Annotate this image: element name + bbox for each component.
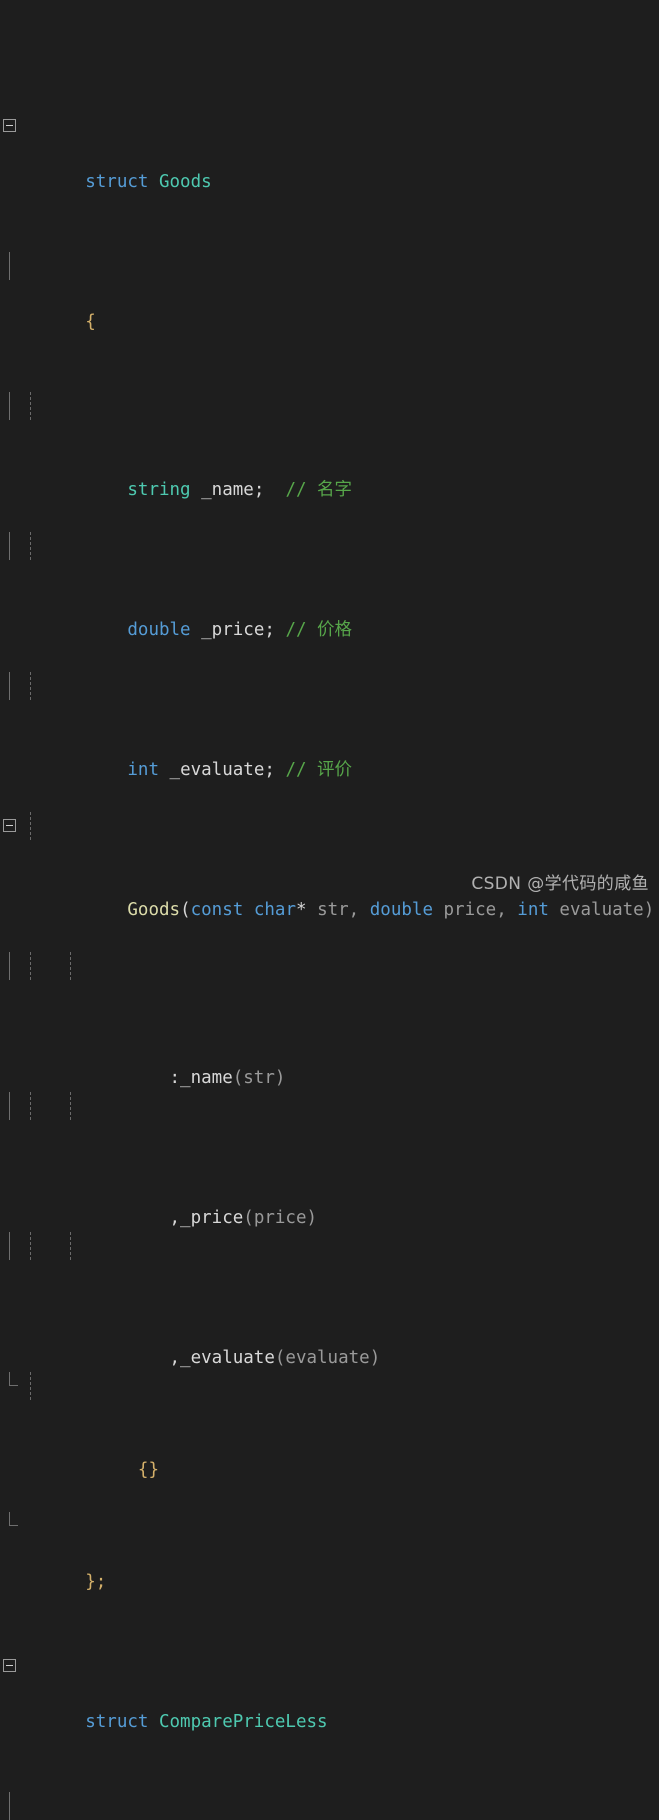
token-type: ComparePriceLess: [158, 1712, 328, 1732]
code-line[interactable]: Goods(const char* str, double price, int…: [0, 812, 659, 920]
code-line[interactable]: struct Goods: [0, 112, 659, 192]
code-line[interactable]: ,_evaluate(evaluate): [0, 1232, 659, 1368]
fold-gutter[interactable]: [0, 812, 22, 840]
fold-gutter: [0, 1232, 22, 1260]
outline-bar: [9, 1232, 10, 1260]
token-keyword: int: [127, 760, 159, 780]
token-brace: {}: [137, 1460, 159, 1480]
indent-guide: [30, 672, 31, 700]
fold-gutter: [0, 1092, 22, 1120]
code-content[interactable]: struct Goods { string _name; // 名字 doubl…: [0, 0, 659, 1820]
token-keyword: struct: [85, 172, 149, 192]
token-param: (str): [232, 1068, 286, 1088]
fold-collapse-icon[interactable]: [3, 819, 16, 832]
token-brace: {: [85, 312, 96, 332]
fold-gutter[interactable]: [0, 1652, 22, 1680]
outline-bar: [9, 672, 10, 700]
code-line[interactable]: :_name(str): [0, 952, 659, 1088]
fold-gutter: [0, 1372, 22, 1400]
fold-gutter: [0, 252, 22, 280]
fold-gutter: [0, 952, 22, 980]
indent-guide: [70, 952, 71, 980]
code-line[interactable]: string _name; // 名字: [0, 392, 659, 500]
fold-gutter: [0, 392, 22, 420]
fold-gutter: [0, 532, 22, 560]
fold-gutter: [0, 1512, 22, 1540]
token-member: _name;: [201, 480, 265, 500]
fold-gutter[interactable]: [0, 112, 22, 140]
outline-bar: [9, 1092, 10, 1120]
outline-bar-end: [9, 1525, 18, 1526]
token-member: _evaluate;: [169, 760, 275, 780]
fold-gutter: [0, 672, 22, 700]
outline-bar-end: [9, 1385, 18, 1386]
indent-guide: [30, 1232, 31, 1260]
code-editor[interactable]: struct Goods { string _name; // 名字 doubl…: [0, 0, 659, 1820]
outline-bar: [9, 252, 10, 280]
code-line[interactable]: ,_price(price): [0, 1092, 659, 1228]
outline-bar: [9, 1372, 10, 1386]
code-line[interactable]: };: [0, 1512, 659, 1592]
token-comment: // 价格: [285, 620, 353, 640]
token-param: str,: [317, 900, 370, 920]
code-line[interactable]: double _price; // 价格: [0, 532, 659, 640]
indent-guide: [70, 1092, 71, 1120]
token-keyword: int: [517, 900, 549, 920]
token-keyword: const: [190, 900, 244, 920]
token-type: Goods: [158, 172, 212, 192]
token-punct: (: [180, 900, 191, 920]
outline-bar: [9, 1512, 10, 1526]
indent-guide: [30, 1372, 31, 1400]
token-brace: };: [85, 1572, 107, 1592]
csdn-watermark: CSDN @学代码的咸鱼: [471, 874, 649, 894]
token-keyword: double: [369, 900, 433, 920]
token-punct: *: [296, 900, 318, 920]
code-line[interactable]: {: [0, 1792, 659, 1820]
indent-guide: [30, 532, 31, 560]
token-function: Goods: [127, 900, 181, 920]
fold-collapse-icon[interactable]: [3, 1659, 16, 1672]
token-member: ,_evaluate: [169, 1348, 275, 1368]
outline-bar: [9, 392, 10, 420]
code-line[interactable]: {}: [0, 1372, 659, 1480]
token-param: evaluate): [548, 900, 655, 920]
outline-bar: [9, 952, 10, 980]
indent-guide: [30, 812, 31, 840]
fold-gutter: [0, 1792, 22, 1820]
token-param: (evaluate): [274, 1348, 381, 1368]
token-param: (price): [243, 1208, 318, 1228]
token-keyword: char: [253, 900, 296, 920]
indent-guide: [30, 952, 31, 980]
code-line[interactable]: struct ComparePriceLess: [0, 1652, 659, 1732]
token-param: price,: [432, 900, 518, 920]
token-comment: // 评价: [285, 760, 353, 780]
indent-guide: [30, 392, 31, 420]
outline-bar: [9, 1792, 10, 1820]
token-keyword: struct: [85, 1712, 149, 1732]
indent-guide: [30, 1092, 31, 1120]
token-type: string: [127, 480, 191, 500]
fold-collapse-icon[interactable]: [3, 119, 16, 132]
code-line[interactable]: {: [0, 252, 659, 332]
code-line[interactable]: int _evaluate; // 评价: [0, 672, 659, 780]
token-member: _price;: [201, 620, 275, 640]
indent-guide: [70, 1232, 71, 1260]
token-member: :_name: [169, 1068, 233, 1088]
token-member: ,_price: [169, 1208, 244, 1228]
token-comment: // 名字: [285, 480, 353, 500]
token-keyword: double: [127, 620, 191, 640]
outline-bar: [9, 532, 10, 560]
